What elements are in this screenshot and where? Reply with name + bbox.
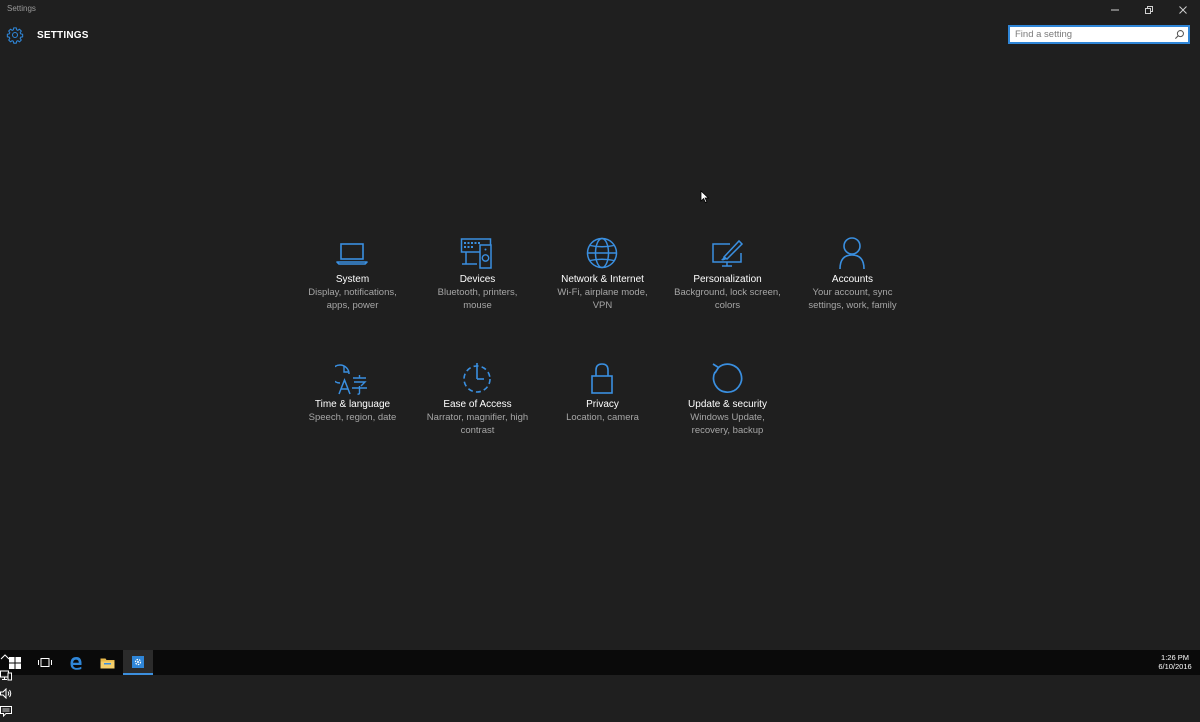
volume-tray-button[interactable] — [0, 686, 1200, 704]
clock-time: 1:26 PM — [1161, 653, 1189, 662]
category-name: Privacy — [586, 399, 619, 410]
restore-button[interactable] — [1132, 0, 1166, 20]
time-language-icon — [335, 361, 369, 395]
category-update-security[interactable]: Update & security Windows Update, recove… — [665, 361, 790, 471]
edge-icon — [70, 656, 82, 670]
window-title: Settings — [7, 4, 36, 13]
category-name: Accounts — [831, 274, 874, 285]
category-description: Narrator, magnifier, high contrast — [426, 412, 529, 436]
category-ease-of-access[interactable]: Ease of Access Narrator, magnifier, high… — [415, 361, 540, 471]
category-description: Background, lock screen, colors — [674, 287, 781, 311]
category-description: Bluetooth, printers, mouse — [437, 287, 518, 311]
lock-icon — [585, 361, 619, 395]
category-time-language[interactable]: Time & language Speech, region, date — [290, 361, 415, 471]
task-view-icon — [38, 658, 52, 667]
network-tray-button[interactable] — [0, 668, 1200, 686]
volume-icon — [0, 687, 12, 700]
category-description: Your account, sync settings, work, famil… — [808, 287, 897, 311]
action-center-button[interactable] — [0, 704, 1200, 722]
edge-button[interactable] — [61, 650, 91, 675]
search-box[interactable] — [1008, 25, 1190, 44]
gear-icon — [6, 27, 24, 44]
clock-date: 6/10/2016 — [1158, 662, 1192, 671]
settings-window: Settings SETTINGS Find a setting System … — [0, 0, 1200, 650]
app-header: SETTINGS — [0, 22, 400, 48]
category-network-internet[interactable]: Network & Internet Wi-Fi, airplane mode,… — [540, 236, 665, 346]
category-name: Update & security — [688, 399, 767, 410]
start-button[interactable] — [0, 650, 30, 675]
category-privacy[interactable]: Privacy Location, camera — [540, 361, 665, 471]
search-icon[interactable] — [1174, 29, 1185, 40]
mouse-cursor-icon — [700, 190, 710, 204]
category-accounts[interactable]: Accounts Your account, sync settings, wo… — [790, 236, 915, 346]
taskbar-clock[interactable]: 1:26 PM 6/10/2016 — [1154, 653, 1196, 671]
globe-icon — [585, 236, 619, 270]
minimize-icon — [1111, 9, 1119, 11]
paint-icon — [710, 236, 744, 270]
taskbar: 1:26 PM 6/10/2016 — [0, 650, 1200, 718]
devices-icon — [460, 236, 494, 270]
category-name: Time & language — [314, 399, 391, 410]
action-center-icon — [0, 706, 12, 718]
category-description: Wi-Fi, airplane mode, VPN — [557, 287, 648, 311]
title-bar[interactable]: Settings — [0, 0, 1200, 20]
search-input[interactable] — [1015, 27, 1170, 42]
category-devices[interactable]: Devices Bluetooth, printers, mouse — [415, 236, 540, 346]
laptop-icon — [335, 236, 369, 270]
category-name: System — [335, 274, 370, 285]
person-icon — [835, 236, 869, 270]
close-button[interactable] — [1166, 0, 1200, 20]
category-description: Location, camera — [566, 412, 639, 423]
file-explorer-icon — [100, 658, 114, 668]
category-personalization[interactable]: Personalization Background, lock screen,… — [665, 236, 790, 346]
task-view-button[interactable] — [30, 650, 60, 675]
minimize-button[interactable] — [1098, 0, 1132, 20]
show-hidden-icons-button[interactable] — [0, 650, 1200, 668]
category-description: Speech, region, date — [308, 412, 397, 423]
settings-icon — [132, 655, 144, 668]
category-name: Network & Internet — [561, 274, 644, 285]
category-system[interactable]: System Display, notifications, apps, pow… — [290, 236, 415, 346]
windows-start-icon — [9, 656, 21, 669]
settings-taskbar-button[interactable] — [123, 650, 153, 675]
category-name: Ease of Access — [443, 399, 512, 410]
page-title: SETTINGS — [37, 30, 89, 41]
category-name: Devices — [459, 274, 496, 285]
category-name: Personalization — [693, 274, 762, 285]
category-description: Display, notifications, apps, power — [308, 287, 397, 311]
category-description: Windows Update, recovery, backup — [690, 412, 765, 436]
window-controls — [1098, 0, 1200, 20]
update-icon — [710, 361, 744, 395]
ease-of-access-icon — [460, 361, 494, 395]
restore-icon — [1145, 6, 1153, 14]
close-icon — [1179, 6, 1187, 14]
file-explorer-button[interactable] — [92, 650, 122, 675]
